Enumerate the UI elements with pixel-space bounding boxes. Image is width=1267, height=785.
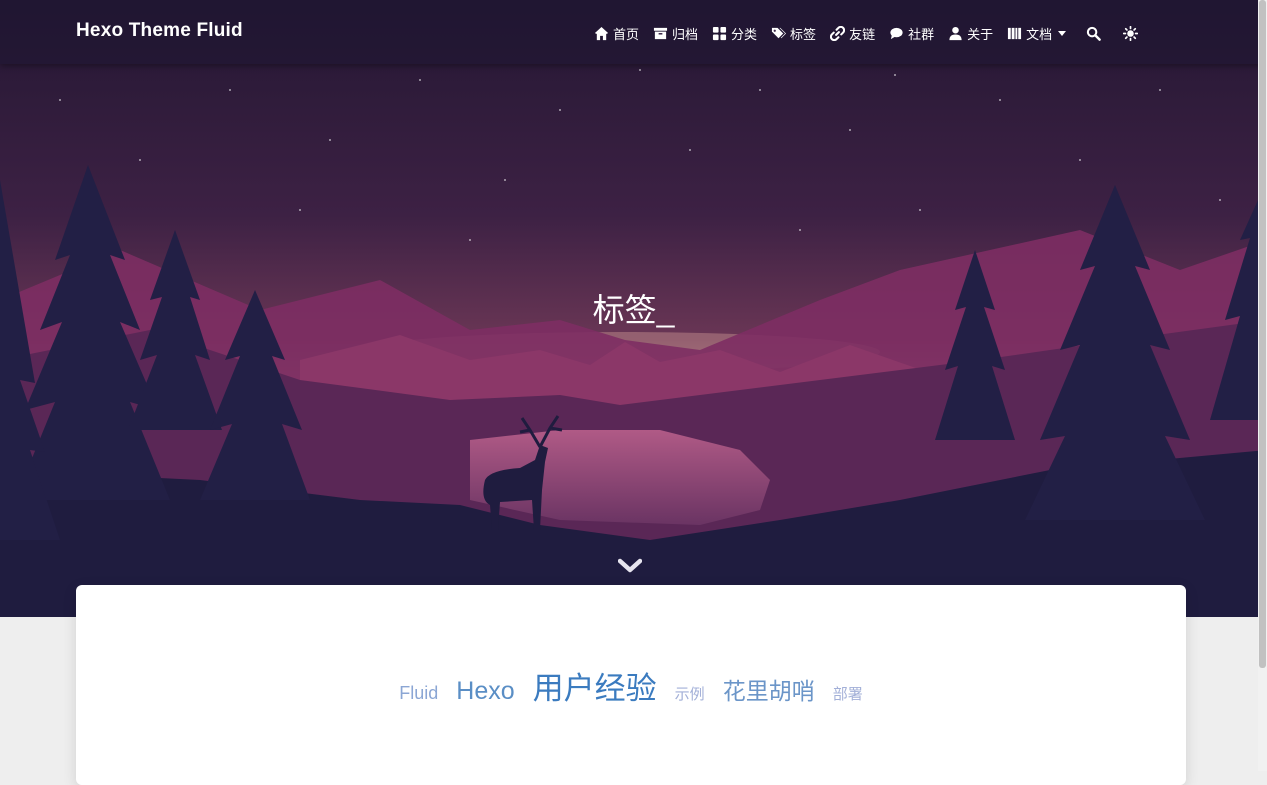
nav-item-tags-label: 标签 bbox=[790, 27, 817, 42]
th-large-icon bbox=[712, 26, 727, 41]
nav-item-home-label: 首页 bbox=[613, 27, 640, 42]
comment-icon bbox=[890, 27, 903, 40]
nav-item-tags[interactable]: 标签 bbox=[771, 24, 816, 43]
scrollbar-thumb[interactable] bbox=[1259, 0, 1266, 668]
nav-item-categories[interactable]: 分类 bbox=[712, 24, 757, 43]
page-scrollbar[interactable] bbox=[1258, 0, 1267, 771]
tags-card: Fluid Hexo 用户经验 示例 花里胡哨 部署 bbox=[76, 585, 1186, 785]
nav-item-community-label: 社群 bbox=[908, 27, 935, 42]
theme-toggle-button[interactable] bbox=[1123, 26, 1139, 41]
sun-icon bbox=[1123, 26, 1139, 41]
tag-cloud: Fluid Hexo 用户经验 示例 花里胡哨 部署 bbox=[76, 663, 1186, 708]
tag-link[interactable]: 用户经验 bbox=[533, 663, 657, 708]
nav-item-about[interactable]: 关于 bbox=[948, 24, 993, 43]
nav-item-docs-label: 文档 bbox=[1026, 27, 1053, 42]
nav-item-links-label: 友链 bbox=[849, 27, 876, 42]
search-button[interactable] bbox=[1086, 26, 1101, 41]
page-title: 标签_ bbox=[592, 292, 675, 328]
tag-link[interactable]: Hexo bbox=[456, 677, 514, 706]
nav-menu: 首页 归档 分类 标签 友链 社群 关于 文档 bbox=[594, 24, 1154, 43]
tag-link[interactable]: 花里胡哨 bbox=[723, 672, 815, 706]
nav-item-links[interactable]: 友链 bbox=[830, 24, 875, 43]
nav-item-about-label: 关于 bbox=[967, 27, 994, 42]
link-icon bbox=[830, 26, 846, 41]
book-icon bbox=[1008, 27, 1022, 40]
tags-icon bbox=[771, 27, 787, 39]
nav-item-docs[interactable]: 文档 bbox=[1007, 24, 1067, 43]
nav-item-home[interactable]: 首页 bbox=[594, 24, 639, 43]
nav-item-categories-label: 分类 bbox=[731, 27, 758, 42]
nav-item-community[interactable]: 社群 bbox=[889, 24, 934, 43]
nav-item-archive-label: 归档 bbox=[672, 27, 699, 42]
archive-icon bbox=[653, 27, 668, 40]
banner: Hexo Theme Fluid 首页 归档 分类 标签 友链 社群 关于 文档… bbox=[0, 0, 1267, 617]
brand-logo[interactable]: Hexo Theme Fluid bbox=[76, 20, 243, 42]
user-icon bbox=[949, 26, 962, 41]
chevron-down-icon bbox=[1058, 31, 1067, 36]
nav-item-archive[interactable]: 归档 bbox=[653, 24, 698, 43]
home-icon bbox=[594, 26, 609, 41]
tag-link[interactable]: 示例 bbox=[675, 683, 705, 704]
tag-link[interactable]: Fluid bbox=[399, 683, 438, 704]
navbar: Hexo Theme Fluid 首页 归档 分类 标签 友链 社群 关于 文档 bbox=[0, 0, 1267, 64]
search-icon bbox=[1086, 26, 1101, 41]
tag-link[interactable]: 部署 bbox=[833, 683, 863, 704]
scroll-down-chevron-icon[interactable] bbox=[618, 558, 642, 574]
